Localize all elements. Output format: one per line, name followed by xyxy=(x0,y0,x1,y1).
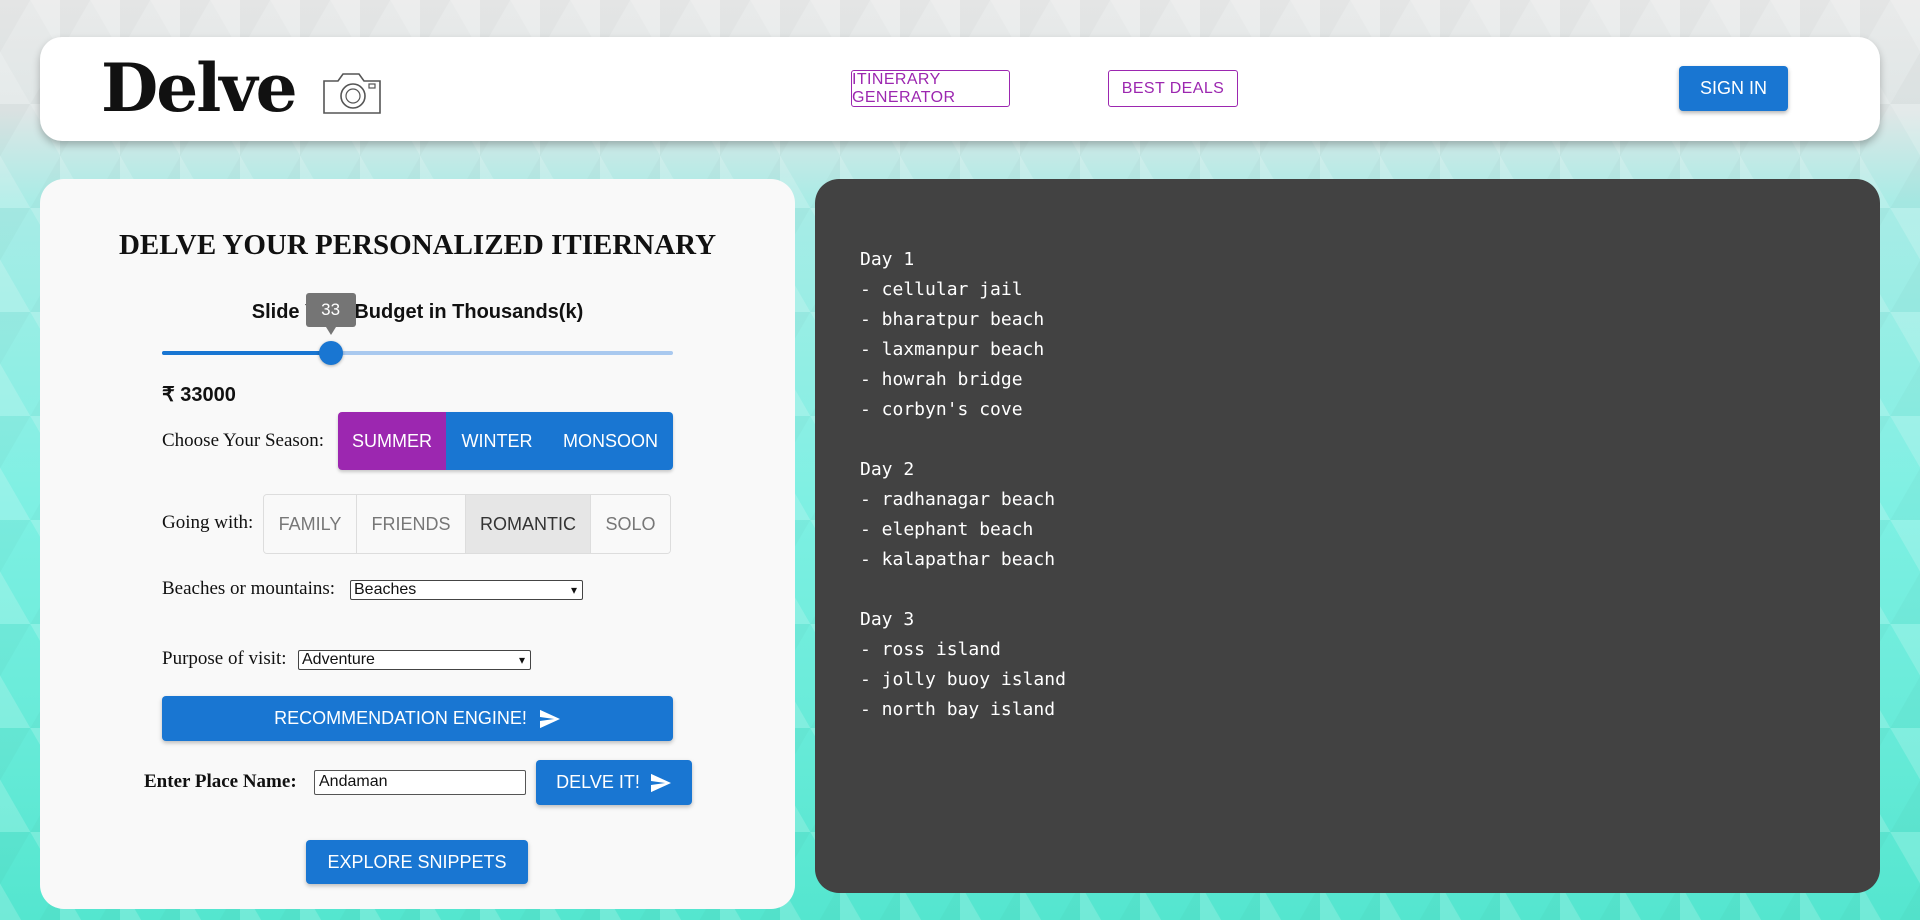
itinerary-text: Day 1 - cellular jail - bharatpur beach - l… xyxy=(860,245,1066,755)
send-icon xyxy=(650,773,671,792)
nav-best-deals[interactable]: BEST DEALS xyxy=(1108,70,1238,107)
going-romantic-button[interactable]: ROMANTIC xyxy=(466,495,591,553)
explore-snippets-button[interactable]: EXPLORE SNIPPETS xyxy=(306,840,528,884)
itinerary-day-title: Day 2 xyxy=(860,459,915,480)
delve-it-button[interactable]: DELVE IT! xyxy=(536,760,692,805)
going-with-toggle-group: FAMILY FRIENDS ROMANTIC SOLO xyxy=(263,494,671,554)
terrain-select-value: Beaches xyxy=(354,581,417,598)
itinerary-item: - howrah bridge xyxy=(860,369,1023,390)
itinerary-day-title: Day 3 xyxy=(860,609,915,630)
itinerary-item: - north bay island xyxy=(860,699,1056,720)
camera-icon xyxy=(320,67,384,122)
itinerary-item: - cellular jail xyxy=(860,279,1023,300)
purpose-select-value: Adventure xyxy=(302,651,375,668)
going-solo-button[interactable]: SOLO xyxy=(591,495,670,553)
nav-itinerary-generator[interactable]: ITINERARY GENERATOR xyxy=(851,70,1010,107)
terrain-select[interactable]: Beaches ▾ xyxy=(350,580,583,600)
budget-price: ₹ 33000 xyxy=(162,384,236,406)
itinerary-item: - jolly buoy island xyxy=(860,669,1066,690)
season-toggle-group: SUMMER WINTER MONSOON xyxy=(338,412,673,470)
place-name-label: Enter Place Name: xyxy=(144,771,297,792)
itinerary-form-panel: DELVE YOUR PERSONALIZED ITIERNARY Slide … xyxy=(40,179,795,909)
form-title: DELVE YOUR PERSONALIZED ITIERNARY xyxy=(118,229,717,261)
budget-slider-tooltip: 33 xyxy=(305,293,356,335)
season-monsoon-button[interactable]: MONSOON xyxy=(548,412,673,470)
top-navbar: Delve ITINERARY GENERATOR BEST DEALS SIG… xyxy=(40,37,1880,141)
send-icon xyxy=(539,709,560,728)
purpose-select[interactable]: Adventure ▾ xyxy=(298,650,531,670)
itinerary-item: - kalapathar beach xyxy=(860,549,1056,570)
sign-in-button[interactable]: SIGN IN xyxy=(1679,66,1788,111)
itinerary-item: - laxmanpur beach xyxy=(860,339,1045,360)
itinerary-item: - bharatpur beach xyxy=(860,309,1045,330)
chevron-down-icon: ▾ xyxy=(570,583,577,597)
going-family-button[interactable]: FAMILY xyxy=(264,495,357,553)
going-friends-button[interactable]: FRIENDS xyxy=(357,495,466,553)
place-name-input[interactable]: Andaman xyxy=(314,770,526,795)
season-label: Choose Your Season: xyxy=(162,430,325,451)
itinerary-item: - corbyn's cove xyxy=(860,399,1023,420)
itinerary-day: Day 3 - ross island - jolly buoy island - n… xyxy=(860,605,1066,725)
budget-slider-thumb[interactable] xyxy=(318,341,343,365)
season-winter-button[interactable]: WINTER xyxy=(446,412,548,470)
purpose-label: Purpose of visit: xyxy=(162,648,287,669)
budget-slider-fill xyxy=(162,351,331,355)
logo-text: Delve xyxy=(101,49,298,127)
recommendation-engine-label: RECOMMENDATION ENGINE! xyxy=(274,708,527,728)
delve-it-label: DELVE IT! xyxy=(556,772,640,792)
chevron-down-icon: ▾ xyxy=(518,653,525,667)
season-summer-button[interactable]: SUMMER xyxy=(338,412,446,470)
budget-slider-label: Slide Your Budget in Thousands(k) xyxy=(251,301,584,323)
terrain-label: Beaches or mountains: xyxy=(162,578,336,599)
itinerary-day: Day 1 - cellular jail - bharatpur beach - l… xyxy=(860,245,1066,425)
itinerary-day-title: Day 1 xyxy=(860,249,915,270)
recommendation-engine-button[interactable]: RECOMMENDATION ENGINE! xyxy=(162,696,673,741)
itinerary-item: - ross island xyxy=(860,639,1001,660)
itinerary-item: - elephant beach xyxy=(860,519,1034,540)
itinerary-item: - radhanagar beach xyxy=(860,489,1056,510)
itinerary-day: Day 2 - radhanagar beach - elephant beach -… xyxy=(860,455,1066,575)
going-with-label: Going with: xyxy=(162,512,254,533)
itinerary-output-panel: Day 1 - cellular jail - bharatpur beach - l… xyxy=(815,179,1880,893)
